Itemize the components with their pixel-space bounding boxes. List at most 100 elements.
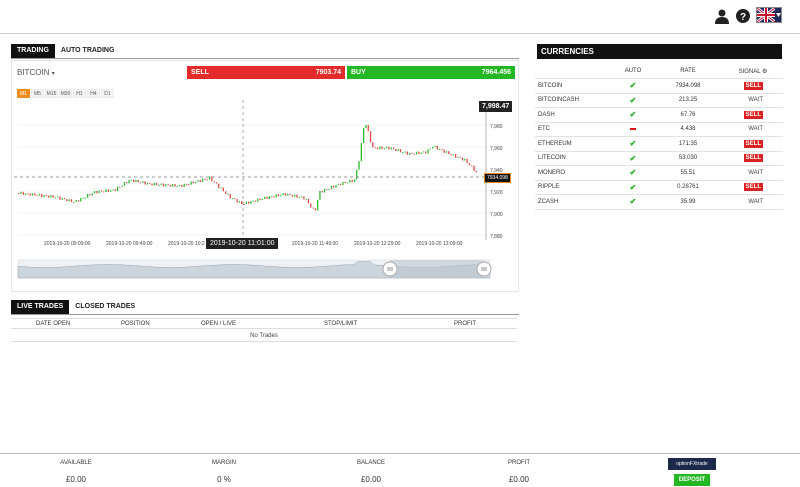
- candle: [411, 152, 413, 154]
- trading-tabs: TRADING AUTO TRADING: [11, 44, 120, 58]
- timeframe-h4[interactable]: H4: [87, 89, 100, 98]
- currency-row[interactable]: DASH ✔ 67.76 SELL: [535, 107, 783, 123]
- signal-cell: WAIT: [723, 122, 783, 137]
- candle: [323, 188, 326, 193]
- candle: [466, 158, 468, 164]
- currency-row[interactable]: RIPPLE ✔ 0.28761 SELL: [535, 180, 783, 195]
- col-rate: RATE: [653, 64, 723, 79]
- help-icon[interactable]: ?: [735, 8, 751, 24]
- col-stop-limit: STOP/LIMIT: [324, 321, 358, 327]
- candle: [337, 183, 339, 186]
- candle: [275, 194, 277, 198]
- candle: [34, 193, 36, 196]
- asset-selector[interactable]: BITCOIN ▾: [17, 68, 55, 77]
- candle: [105, 189, 107, 193]
- tab-trading[interactable]: TRADING: [11, 44, 55, 58]
- currency-row[interactable]: ETC 4.438 WAIT: [535, 122, 783, 137]
- candle: [156, 182, 158, 186]
- y-tick: 7,880: [490, 234, 503, 240]
- tab-auto-trading[interactable]: AUTO TRADING: [55, 44, 121, 58]
- candle: [404, 151, 406, 153]
- auto-status[interactable]: ✔: [613, 107, 653, 123]
- candle: [436, 145, 438, 150]
- candle: [243, 204, 245, 206]
- currency-row[interactable]: BITCOINCASH ✔ 213.25 WAIT: [535, 93, 783, 108]
- candle: [204, 178, 206, 180]
- candle: [89, 194, 91, 196]
- candle: [303, 196, 305, 200]
- auto-status[interactable]: ✔: [613, 78, 653, 94]
- candle: [54, 197, 57, 199]
- tab-live-trades[interactable]: LIVE TRADES: [11, 300, 70, 314]
- navigator-handle-right[interactable]: [476, 261, 492, 277]
- brand-logo: optionFXtrade: [668, 458, 716, 470]
- currency-row[interactable]: MONERO ✔ 55.51 WAIT: [535, 165, 783, 181]
- navigator-handle-left[interactable]: [382, 261, 398, 277]
- language-flag-uk-icon[interactable]: [756, 7, 782, 23]
- signal-cell: SELL: [723, 107, 783, 123]
- candle: [169, 184, 172, 187]
- timeframe-m15[interactable]: M15: [45, 89, 58, 98]
- candle: [213, 181, 215, 183]
- candle: [422, 151, 425, 153]
- candle: [20, 191, 22, 194]
- user-icon[interactable]: [714, 8, 730, 24]
- candle: [429, 148, 431, 150]
- col-position: POSITION: [121, 321, 150, 327]
- currency-row[interactable]: ZCASH ✔ 35.99 WAIT: [535, 194, 783, 210]
- currency-name: BITCOIN: [535, 78, 613, 94]
- candle: [280, 194, 282, 197]
- candle: [392, 147, 395, 150]
- check-icon: ✔: [629, 168, 637, 178]
- currencies-title: CURRENCIES: [537, 44, 782, 59]
- currency-row[interactable]: LITECOIN ✔ 53.030 SELL: [535, 151, 783, 166]
- candle: [107, 189, 109, 192]
- candle: [441, 148, 443, 150]
- check-icon: ✔: [629, 95, 637, 105]
- candle: [29, 193, 31, 196]
- currency-name: BITCOINCASH: [535, 93, 613, 108]
- price-chart[interactable]: 7,980 7,960 7,940 7,920 7,900 7,880 2019…: [14, 100, 519, 290]
- candle: [100, 190, 103, 192]
- candle: [381, 146, 383, 149]
- auto-status[interactable]: ✔: [613, 151, 653, 166]
- timeframe-m1[interactable]: M1: [17, 89, 30, 98]
- y-tick: 7,960: [490, 146, 503, 152]
- candle: [27, 193, 29, 195]
- auto-status[interactable]: ✔: [613, 136, 653, 152]
- candle: [238, 200, 241, 203]
- timeframe-m5[interactable]: M5: [31, 89, 44, 98]
- candle: [268, 196, 270, 199]
- sell-button[interactable]: SELL 7903.74: [187, 66, 345, 79]
- candle: [146, 182, 149, 185]
- buy-button[interactable]: BUY 7964.456: [347, 66, 515, 79]
- auto-status[interactable]: ✔: [613, 180, 653, 195]
- auto-status[interactable]: ✔: [613, 165, 653, 181]
- gear-icon[interactable]: ⚙: [762, 69, 767, 75]
- timeframe-m30[interactable]: M30: [59, 89, 72, 98]
- currency-row[interactable]: ETHEREUM ✔ 171.35 SELL: [535, 136, 783, 152]
- auto-status[interactable]: [613, 122, 653, 137]
- timeframe-h1[interactable]: H1: [73, 89, 86, 98]
- candle: [399, 149, 402, 153]
- navigator-selection[interactable]: [390, 260, 484, 278]
- timeframe-d1[interactable]: D1: [101, 89, 114, 98]
- x-tick: 2019-10-20 13:09:00: [416, 241, 463, 247]
- candle: [135, 179, 137, 183]
- candle: [415, 151, 418, 155]
- candle: [188, 184, 190, 186]
- candle: [349, 179, 351, 183]
- auto-status[interactable]: ✔: [613, 194, 653, 210]
- signal-cell: SELL: [723, 151, 783, 166]
- currency-row[interactable]: BITCOIN ✔ 7934.098 SELL: [535, 78, 783, 94]
- signal-cell: WAIT: [723, 93, 783, 108]
- candle: [328, 189, 330, 191]
- tab-closed-trades[interactable]: CLOSED TRADES: [69, 300, 141, 314]
- candle: [257, 198, 259, 202]
- candle: [31, 193, 34, 196]
- check-icon: ✔: [629, 182, 637, 192]
- candle: [346, 182, 349, 184]
- candle: [445, 151, 448, 153]
- auto-status[interactable]: ✔: [613, 93, 653, 108]
- deposit-button[interactable]: DEPOSIT: [674, 474, 710, 486]
